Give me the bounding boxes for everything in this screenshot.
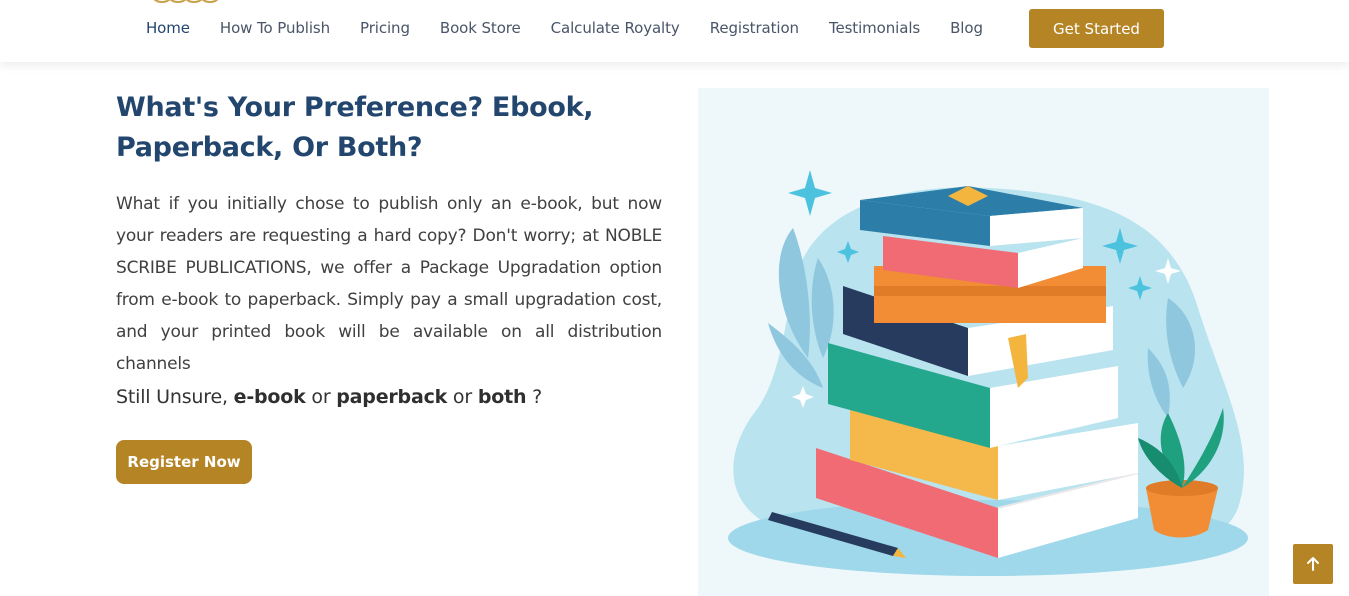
section-paragraph: What if you initially chose to publish o… <box>116 194 662 374</box>
unsure-prefix: Still Unsure, <box>116 386 234 408</box>
nav-home[interactable]: Home <box>146 19 190 37</box>
nav-blog[interactable]: Blog <box>950 19 983 37</box>
top-navbar: Home How To Publish Pricing Book Store C… <box>0 0 1349 62</box>
arrow-up-icon <box>1307 557 1319 571</box>
nav-registration[interactable]: Registration <box>710 19 799 37</box>
nav-how-to-publish[interactable]: How To Publish <box>220 19 330 37</box>
unsure-separator: or <box>305 386 337 408</box>
unsure-option-paperback: paperback <box>336 386 448 408</box>
still-unsure-line: Still Unsure, e-book or paperback or bot… <box>116 386 676 408</box>
register-now-button[interactable]: Register Now <box>116 440 252 484</box>
nav-testimonials[interactable]: Testimonials <box>829 19 920 37</box>
nav-book-store[interactable]: Book Store <box>440 19 521 37</box>
get-started-button[interactable]: Get Started <box>1029 9 1164 48</box>
unsure-option-both: both <box>477 386 527 408</box>
books-image <box>728 170 1248 576</box>
nav-pricing[interactable]: Pricing <box>360 19 410 37</box>
scroll-to-top-button[interactable] <box>1293 544 1333 584</box>
unsure-suffix: ? <box>526 386 543 408</box>
nav-calculate-royalty[interactable]: Calculate Royalty <box>551 19 680 37</box>
section-heading: What's Your Preference? Ebook, Paperback… <box>116 92 594 163</box>
unsure-option-ebook: e-book <box>233 386 306 408</box>
unsure-separator: or <box>447 386 478 408</box>
stacked-books-illustration <box>698 88 1269 596</box>
main-nav: Home How To Publish Pricing Book Store C… <box>146 0 1013 56</box>
